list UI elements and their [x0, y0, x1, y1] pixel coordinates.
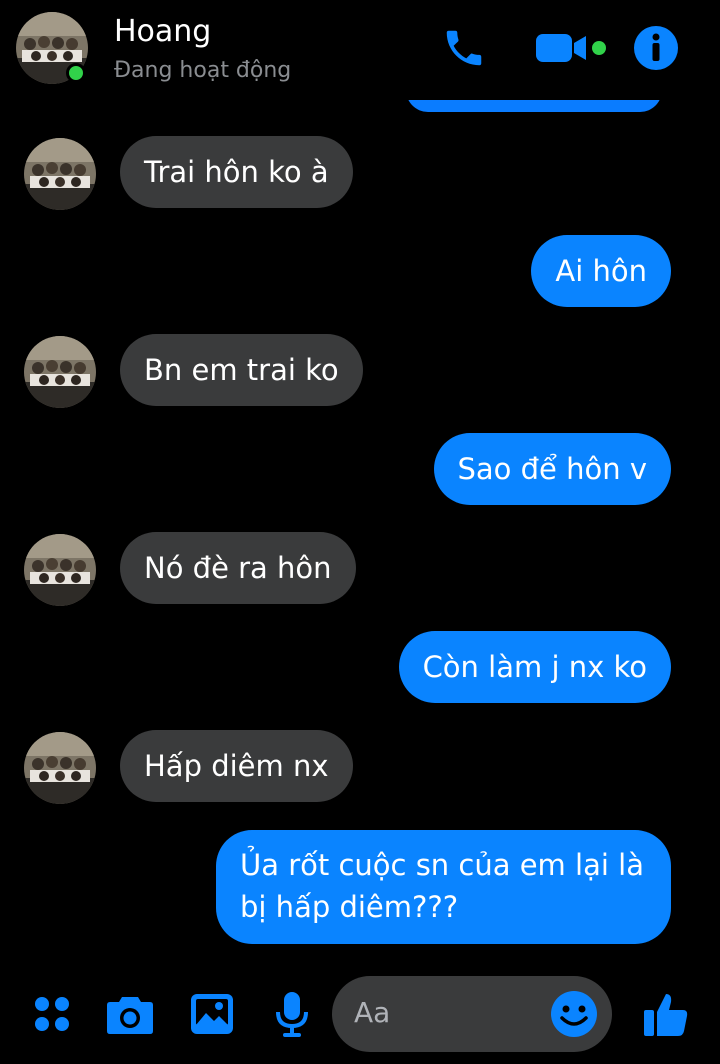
message-bubble-outgoing[interactable]: Ai hôn [531, 235, 671, 307]
message-bubble-incoming[interactable]: Nó đè ra hôn [120, 532, 356, 604]
contact-status: Đang hoạt động [114, 58, 292, 83]
gallery-icon[interactable] [186, 988, 238, 1040]
video-camera-icon[interactable] [534, 22, 610, 74]
message-bubble-incoming[interactable]: Bn em trai ko [120, 334, 363, 406]
message-bubble-outgoing[interactable]: Ủa rốt cuộc sn của em lại là bị hấp diêm… [216, 830, 671, 944]
apps-grid-icon[interactable] [26, 988, 78, 1040]
contact-name[interactable]: Hoang [114, 14, 211, 49]
message-bubble-incoming[interactable]: Trai hôn ko à [120, 136, 353, 208]
emoji-icon[interactable] [548, 988, 600, 1040]
phone-icon[interactable] [438, 22, 490, 74]
message-bubble-incoming[interactable]: Hấp diêm nx [120, 730, 353, 802]
microphone-icon[interactable] [266, 988, 318, 1040]
message-input-placeholder: Aa [354, 996, 391, 1029]
message-input[interactable]: Aa [332, 976, 612, 1052]
message-bubble-outgoing[interactable]: Sao để hôn v [433, 433, 671, 505]
chat-header: Hoang Đang hoạt động [0, 0, 720, 100]
sender-avatar[interactable] [24, 732, 96, 804]
sender-avatar[interactable] [24, 534, 96, 606]
message-bubble-outgoing[interactable]: Còn làm j nx ko [398, 631, 671, 703]
thumbs-up-icon[interactable] [640, 988, 692, 1040]
sender-avatar[interactable] [24, 138, 96, 210]
info-icon[interactable] [630, 22, 682, 74]
sender-avatar[interactable] [24, 336, 96, 408]
online-indicator [66, 63, 86, 83]
camera-icon[interactable] [104, 988, 156, 1040]
